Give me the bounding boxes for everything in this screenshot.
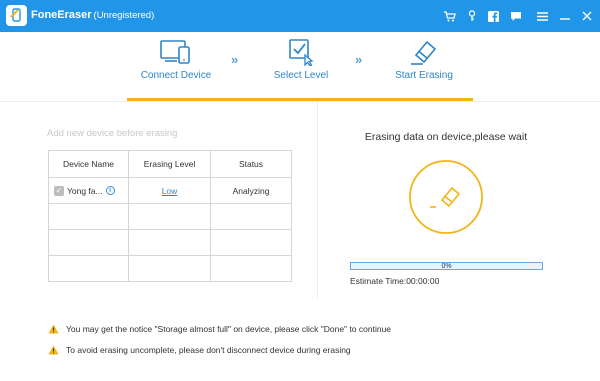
step-progress-indicator [127,98,473,101]
info-icon[interactable]: i [105,186,115,195]
step-separator-icon: » [231,52,238,67]
notice-text: To avoid erasing uncomplete, please don'… [66,345,351,355]
step-separator-icon: » [355,52,362,67]
erasing-animation-icon [409,160,483,234]
warning-icon [48,324,59,334]
table-row [48,255,292,282]
notice-text: You may get the notice "Storage almost f… [66,324,392,334]
table-header-row: Device Name Erasing Level Status [48,150,292,178]
step-navigation: Connect Device » Select Level » Start Er… [0,32,600,104]
close-icon[interactable] [578,8,595,25]
facebook-icon[interactable] [485,8,502,25]
app-logo-icon [6,5,27,26]
step-label: Start Erasing [395,70,453,81]
menu-icon[interactable] [534,8,551,25]
notice-item: You may get the notice "Storage almost f… [48,324,391,334]
step-select-level: Select Level [246,38,356,81]
warning-icon [48,345,59,355]
step-label: Connect Device [140,70,212,81]
column-header-device-name: Device Name [48,150,129,178]
notices: You may get the notice "Storage almost f… [0,298,600,381]
table-row [48,203,292,230]
device-name: Yong fa... [67,185,103,196]
chat-icon[interactable] [507,8,524,25]
status-cell: Analyzing [210,177,292,204]
progress-percent: 0% [441,263,452,270]
app-name: FoneEraser [31,9,92,21]
registration-status: (Unregistered) [93,10,155,21]
title-bar: FoneEraser (Unregistered) [0,0,600,32]
app-title: FoneEraser (Unregistered) [31,9,154,21]
device-checkbox[interactable]: ✓ [54,185,64,196]
column-header-erasing-level: Erasing Level [128,150,211,178]
cart-icon[interactable] [441,8,458,25]
step-label: Select Level [273,70,329,81]
step-connect-device: Connect Device [121,38,231,81]
add-device-hint: Add new device before erasing [47,128,178,139]
eraser-icon [411,40,437,65]
device-name-cell: ✓ Yong fa... i [48,177,129,204]
notice-item: To avoid erasing uncomplete, please don'… [48,345,351,355]
key-icon[interactable] [463,8,480,25]
device-table: Device Name Erasing Level Status ✓ Yong … [48,150,292,282]
erasing-level-cell: Low [128,177,211,204]
erasing-level-link[interactable]: Low [162,186,178,196]
device-panel: Add new device before erasing Device Nam… [0,102,317,298]
minimize-icon[interactable] [556,8,573,25]
table-row: ✓ Yong fa... i Low Analyzing [48,177,292,204]
erasing-panel: Erasing data on device,please wait 0% Es… [318,102,600,298]
titlebar-icons [441,0,600,32]
erasing-progress-bar: 0% [350,262,543,270]
table-row [48,229,292,256]
column-header-status: Status [210,150,292,178]
erasing-heading: Erasing data on device,please wait [364,131,528,143]
estimate-time: Estimate Time:00:00:00 [350,276,440,286]
step-start-erasing: Start Erasing [369,38,479,81]
device-icon [160,40,190,64]
checkbox-cursor-icon [289,39,314,66]
